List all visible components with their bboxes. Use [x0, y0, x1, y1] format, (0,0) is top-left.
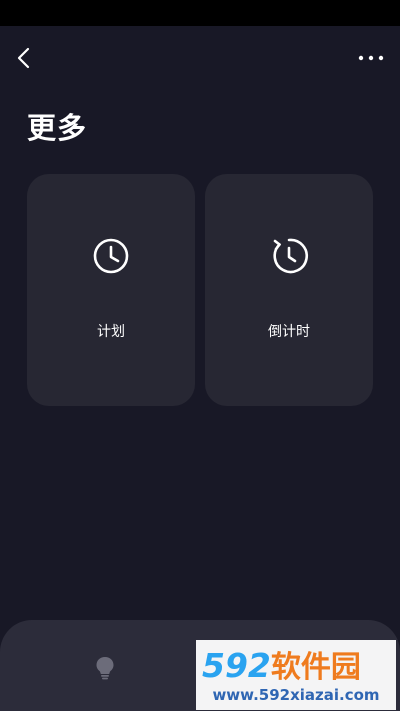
- bottom-panel: [0, 620, 400, 711]
- more-options-button[interactable]: [356, 46, 386, 70]
- page-title: 更多: [27, 111, 88, 145]
- countdown-timer-icon: [273, 238, 309, 274]
- light-toggle-button[interactable]: [94, 655, 116, 681]
- schedule-card-label: 计划: [97, 324, 125, 340]
- clock-icon: [93, 238, 129, 274]
- back-button[interactable]: [10, 44, 38, 72]
- lightbulb-icon: [96, 657, 114, 680]
- countdown-card-label: 倒计时: [268, 324, 310, 340]
- countdown-card[interactable]: 倒计时: [205, 174, 373, 406]
- schedule-card[interactable]: 计划: [27, 174, 195, 406]
- app-screen: 更多 计划 倒计时 592软件园 www.592xiazai.com: [0, 0, 400, 711]
- more-horizontal-icon: [358, 55, 384, 61]
- chevron-left-icon: [17, 47, 30, 69]
- status-bar: [0, 0, 400, 26]
